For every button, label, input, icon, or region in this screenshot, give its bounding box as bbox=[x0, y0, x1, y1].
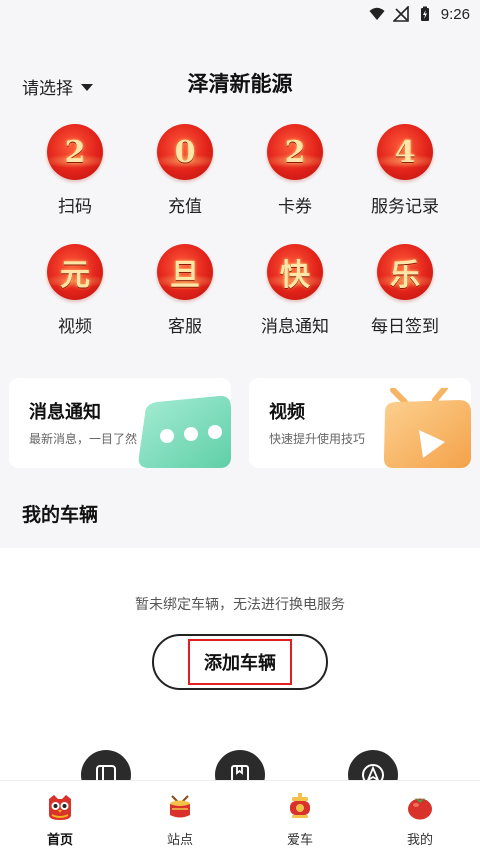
grid-item-label: 卡券 bbox=[278, 197, 312, 217]
tab-label: 我的 bbox=[406, 833, 433, 848]
home-owl-icon bbox=[49, 795, 71, 820]
coin-char: 乐 bbox=[390, 258, 420, 293]
tab-label: 爱车 bbox=[286, 833, 313, 848]
coin-char: 0 bbox=[174, 134, 196, 170]
coin-char: 快 bbox=[280, 258, 310, 293]
grid-item-label: 客服 bbox=[168, 317, 202, 337]
add-vehicle-button[interactable]: 添加车辆 bbox=[152, 634, 328, 690]
grid-item-label: 消息通知 bbox=[261, 317, 329, 337]
tab-label: 站点 bbox=[166, 833, 193, 848]
video-icon: 元 bbox=[41, 244, 109, 300]
chat-bubble-icon bbox=[138, 395, 231, 468]
empty-vehicle-message: 暂未绑定车辆，无法进行换电服务 bbox=[135, 597, 345, 613]
daily-checkin-icon: 乐 bbox=[371, 244, 439, 300]
grid-item-label: 视频 bbox=[58, 317, 92, 337]
card-notifications[interactable]: 消息通知 最新消息，一目了然 bbox=[9, 378, 231, 468]
no-signal-icon bbox=[392, 6, 409, 22]
grid-item-label: 每日签到 bbox=[371, 317, 439, 337]
grid-item-notification[interactable]: 快 消息通知 bbox=[240, 244, 350, 344]
wifi-icon bbox=[369, 7, 385, 20]
coin-char: 2 bbox=[64, 134, 86, 170]
notification-icon: 快 bbox=[261, 244, 329, 300]
header: 请选择 泽清新能源 bbox=[0, 56, 480, 108]
tv-play-icon bbox=[383, 388, 471, 468]
grid-item-label: 服务记录 bbox=[371, 197, 439, 217]
recharge-icon: 0 bbox=[151, 124, 219, 180]
grid-item-scan[interactable]: 2 扫码 bbox=[20, 124, 130, 224]
station-drum-icon bbox=[170, 795, 190, 818]
card-subtitle: 最新消息，一目了然 bbox=[29, 432, 138, 446]
grid-item-coupon[interactable]: 2 卡券 bbox=[240, 124, 350, 224]
grid-item-label: 充值 bbox=[168, 197, 202, 217]
coin-char: 2 bbox=[284, 134, 306, 170]
card-video[interactable]: 视频 快速提升使用技巧 bbox=[249, 378, 471, 468]
coin-char: 4 bbox=[394, 134, 416, 170]
tab-label: 首页 bbox=[46, 833, 73, 848]
service-record-icon: 4 bbox=[371, 124, 439, 180]
customer-service-icon: 旦 bbox=[151, 244, 219, 300]
section-title-my-vehicles: 我的车辆 bbox=[22, 504, 99, 526]
status-bar: 9:26 bbox=[0, 0, 480, 28]
grid-item-customer-service[interactable]: 旦 客服 bbox=[130, 244, 240, 344]
tab-profile[interactable]: 我的 bbox=[360, 781, 480, 853]
card-title: 视频 bbox=[269, 402, 305, 423]
add-vehicle-button-label: 添加车辆 bbox=[188, 639, 292, 685]
bottom-tab-bar: 首页 站点 爱车 我的 bbox=[0, 780, 480, 853]
function-grid: 2 扫码 0 充值 2 卡券 4 服务记录 元 视频 旦 客服 快 消息通知 乐… bbox=[20, 124, 460, 344]
car-lantern-icon bbox=[290, 793, 310, 818]
card-subtitle: 快速提升使用技巧 bbox=[269, 432, 366, 446]
quick-actions bbox=[0, 750, 480, 800]
tab-my-car[interactable]: 爱车 bbox=[240, 781, 360, 853]
tab-home[interactable]: 首页 bbox=[0, 781, 120, 853]
battery-charging-icon bbox=[420, 6, 429, 21]
scan-icon: 2 bbox=[41, 124, 109, 180]
grid-item-video[interactable]: 元 视频 bbox=[20, 244, 130, 344]
coin-char: 旦 bbox=[170, 258, 200, 293]
status-time: 9:26 bbox=[440, 5, 470, 23]
coupon-icon: 2 bbox=[261, 124, 329, 180]
page-title: 泽清新能源 bbox=[187, 72, 293, 96]
coin-char: 元 bbox=[60, 258, 90, 293]
grid-item-recharge[interactable]: 0 充值 bbox=[130, 124, 240, 224]
grid-item-service-record[interactable]: 4 服务记录 bbox=[350, 124, 460, 224]
grid-item-label: 扫码 bbox=[58, 197, 92, 217]
profile-tomato-icon bbox=[408, 798, 432, 820]
card-title: 消息通知 bbox=[29, 402, 101, 423]
grid-item-daily-checkin[interactable]: 乐 每日签到 bbox=[350, 244, 460, 344]
tab-stations[interactable]: 站点 bbox=[120, 781, 240, 853]
